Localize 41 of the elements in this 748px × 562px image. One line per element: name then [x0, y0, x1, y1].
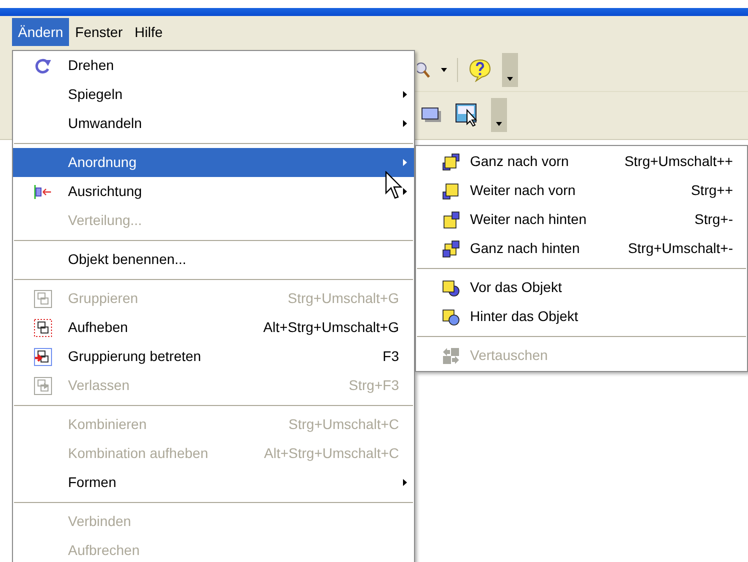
- menu-item[interactable]: Drehen: [13, 51, 414, 80]
- zoom-icon: [417, 60, 431, 78]
- menu-item[interactable]: Weiter nach hinten Strg+-: [416, 205, 747, 234]
- menu-item[interactable]: Spiegeln: [13, 80, 414, 109]
- toolbar-overflow-button[interactable]: [491, 98, 507, 132]
- menu-item[interactable]: Anordnung: [13, 148, 414, 177]
- behind-object-icon: [442, 308, 460, 326]
- menu-item[interactable]: Ganz nach hinten Strg+Umschalt+-: [416, 234, 747, 263]
- caret-icon: [496, 122, 502, 126]
- menu-bar-item[interactable]: Fenster: [69, 18, 129, 46]
- toolbar-overflow-button[interactable]: [502, 52, 518, 86]
- group-icon: [34, 376, 52, 394]
- menu-item[interactable]: Hinter das Objekt: [416, 302, 747, 331]
- in-front-of-object-icon: [442, 278, 460, 296]
- dropdown-icon: [441, 68, 447, 72]
- group-icon: [34, 318, 52, 336]
- menu-item[interactable]: Weiter nach vorn Strg++: [416, 176, 747, 205]
- swap-icon: [442, 346, 460, 364]
- group-icon: [34, 290, 52, 308]
- menu-item[interactable]: Gruppierung betreten F3: [13, 342, 414, 371]
- mouse-cursor-icon: [385, 171, 405, 201]
- select-icon: [455, 103, 479, 127]
- menu-item[interactable]: Objekt benennen...: [13, 245, 414, 274]
- caret-icon: [507, 76, 513, 80]
- align-icon: [34, 184, 52, 198]
- menu-item[interactable]: Formen: [13, 468, 414, 497]
- send-backward-icon: [442, 210, 460, 228]
- send-to-back-icon: [442, 240, 460, 258]
- menu-item[interactable]: Aufheben Alt+Strg+Umschalt+G: [13, 313, 414, 342]
- menu-bar-item[interactable]: Ändern: [12, 18, 70, 46]
- menu-item[interactable]: Ausrichtung: [13, 177, 414, 206]
- help-icon: [468, 58, 492, 82]
- menu-item[interactable]: Umwandeln: [13, 109, 414, 138]
- bring-to-front-icon: [442, 152, 460, 170]
- shadow-icon: [421, 106, 443, 124]
- rotate-icon: [34, 58, 52, 74]
- bring-forward-icon: [442, 182, 460, 200]
- menu-item[interactable]: Vor das Objekt: [416, 273, 747, 302]
- group-icon: [34, 348, 52, 366]
- menu-bar-item[interactable]: Hilfe: [128, 18, 169, 46]
- menu-item[interactable]: Ganz nach vorn Strg+Umschalt++: [416, 147, 747, 176]
